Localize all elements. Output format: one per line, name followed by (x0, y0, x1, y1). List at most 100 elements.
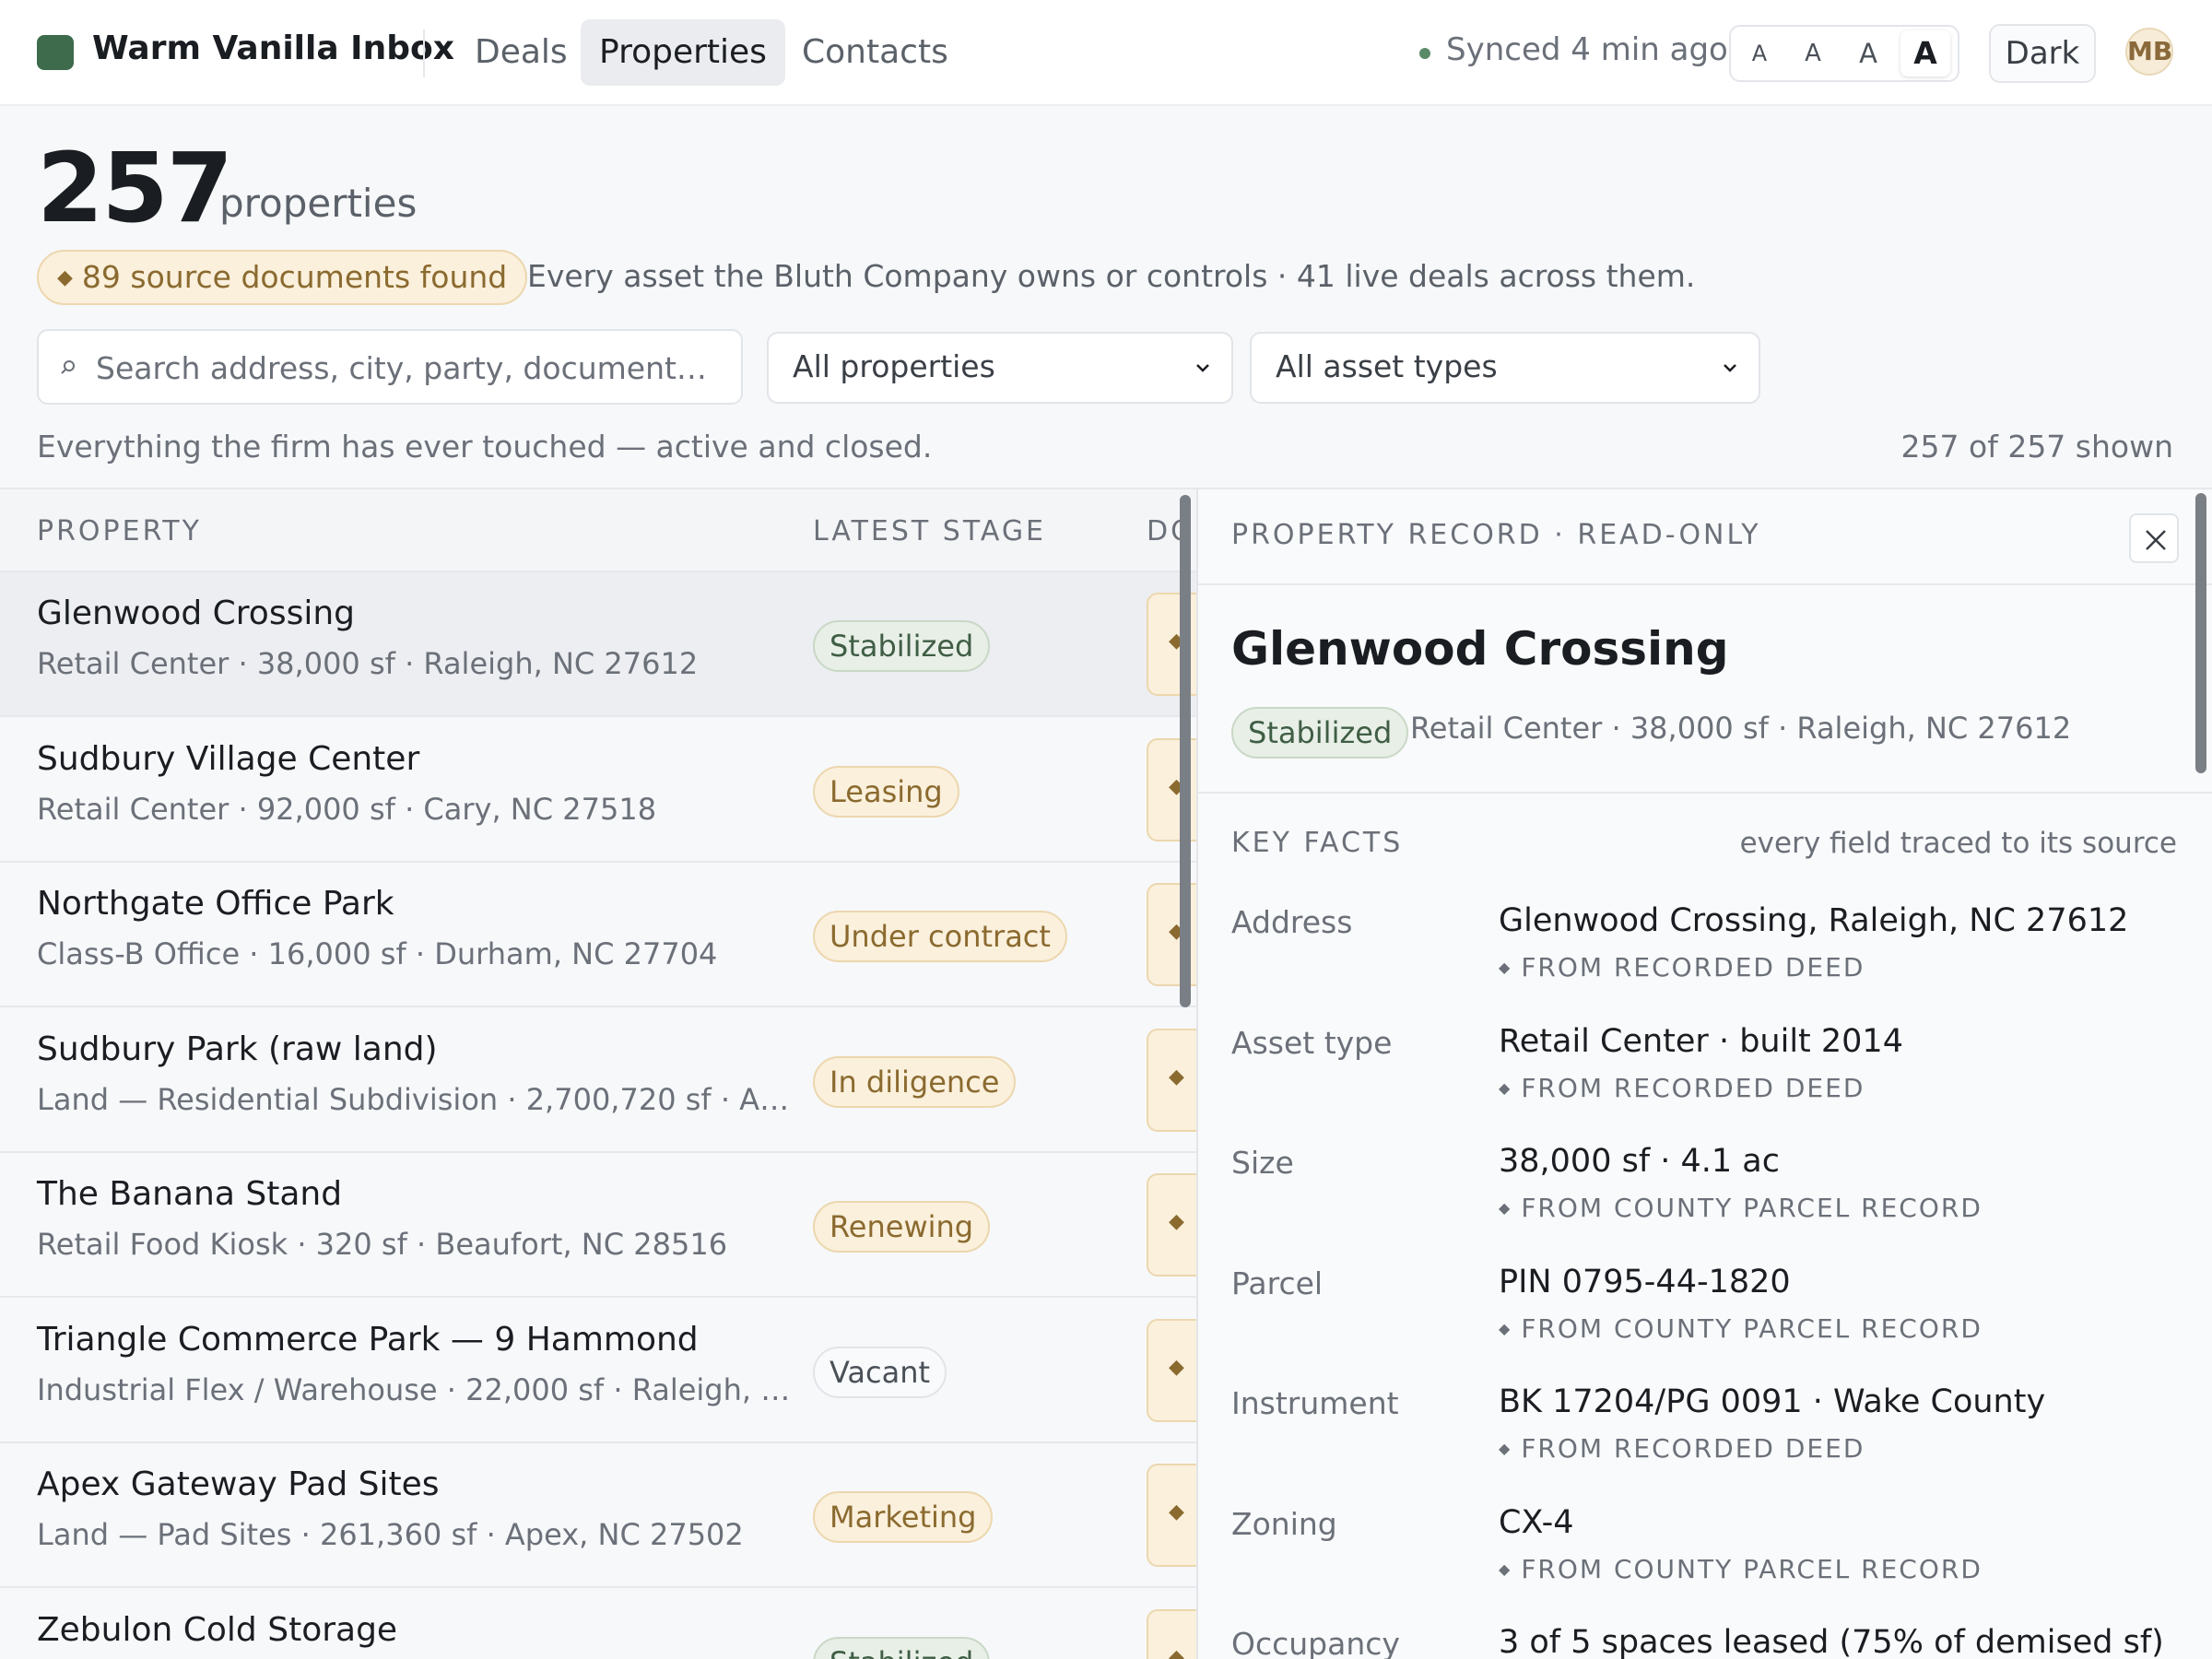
property-name: Triangle Commerce Park — 9 Hammond (37, 1320, 699, 1359)
column-header-property[interactable]: PROPERTY (37, 515, 202, 547)
table-row[interactable]: Triangle Commerce Park — 9 Hammond Indust… (0, 1298, 1196, 1443)
source-documents-label: 89 source documents found (81, 259, 508, 295)
dark-mode-button[interactable]: Dark (1989, 24, 2096, 83)
documents-button[interactable]: ◆ (1147, 1173, 1196, 1277)
detail-header: PROPERTY RECORD · READ-ONLY (1198, 489, 2212, 585)
tab-contacts[interactable]: Contacts (783, 19, 967, 86)
diamond-icon: ◆ (1499, 1440, 1512, 1457)
property-name: Sudbury Village Center (37, 739, 420, 778)
fact-source[interactable]: ◆ FROM RECORDED DEED (1499, 952, 1865, 982)
search-icon (61, 360, 75, 374)
detail-subtitle: Retail Center · 38,000 sf · Raleigh, NC … (1410, 711, 2072, 746)
text-size-xs[interactable]: A (1735, 30, 1784, 76)
detail-scrollbar[interactable] (2195, 493, 2206, 773)
diamond-icon: ◆ (1499, 959, 1512, 976)
documents-button[interactable]: ◆ (1147, 1608, 1196, 1659)
app-name: Warm Vanilla Inbox (92, 29, 454, 67)
fact-source[interactable]: ◆ FROM COUNTY PARCEL RECORD (1499, 1554, 1983, 1584)
property-meta: Retail Center · 92,000 sf · Cary, NC 275… (37, 791, 657, 827)
shown-count: 257 of 257 shown (1900, 429, 2173, 465)
stage-badge: In diligence (813, 1055, 1017, 1108)
diamond-icon: ◆ (1499, 1199, 1512, 1217)
property-scope-value: All properties (793, 348, 995, 384)
detail-divider (1198, 792, 2212, 794)
fact-source[interactable]: ◆ FROM COUNTY PARCEL RECORD (1499, 1193, 1983, 1223)
diamond-icon: ◆ (1169, 1645, 1184, 1659)
diamond-icon: ◆ (57, 266, 73, 289)
property-name: Northgate Office Park (37, 885, 394, 923)
text-size-s[interactable]: A (1788, 30, 1838, 76)
property-list: PROPERTY LATEST STAGE DOCS Glenwood Cros… (0, 488, 1196, 1659)
table-row[interactable]: Apex Gateway Pad Sites Land — Pad Sites ·… (0, 1443, 1196, 1588)
asset-type-select[interactable]: All asset types (1250, 332, 1760, 404)
close-button[interactable] (2129, 513, 2179, 563)
text-size-l[interactable]: A (1900, 30, 1950, 76)
header-divider (423, 29, 425, 77)
diamond-icon: ◆ (1499, 1559, 1512, 1578)
table-row[interactable]: Northgate Office Park Class-B Office · 16… (0, 863, 1196, 1007)
list-helper-text: Everything the firm has ever touched — a… (37, 429, 933, 465)
property-meta: Class-B Office · 16,000 sf · Durham, NC … (37, 936, 718, 971)
sync-status: Synced 4 min ago (1446, 31, 1728, 68)
fact-value: 3 of 5 spaces leased (75% of demised sf) (1499, 1624, 2164, 1659)
list-header: PROPERTY LATEST STAGE DOCS (0, 489, 1196, 572)
table-row[interactable]: Sudbury Park (raw land) Land — Residentia… (0, 1007, 1196, 1153)
property-meta: Land — Pad Sites · 261,360 sf · Apex, NC… (37, 1517, 744, 1552)
list-scrollbar[interactable] (1180, 495, 1191, 1007)
stage-badge: Stabilized (813, 620, 991, 672)
fact-value: BK 17204/PG 0091 · Wake County (1499, 1383, 2046, 1420)
fact-source[interactable]: ◆ FROM RECORDED DEED (1499, 1073, 1865, 1103)
stage-badge: Marketing (813, 1491, 994, 1543)
close-icon (2146, 530, 2166, 550)
table-row[interactable]: Sudbury Village Center Retail Center · 92… (0, 717, 1196, 863)
fact-source-label: FROM RECORDED DEED (1521, 1072, 1865, 1103)
table-row[interactable]: Zebulon Cold Storage Stabilized ◆ (0, 1588, 1196, 1659)
brand-logo (37, 35, 74, 70)
diamond-icon: ◆ (1169, 1065, 1184, 1088)
column-header-stage[interactable]: LATEST STAGE (813, 515, 1046, 547)
property-meta: Land — Residential Subdivision · 2,700,7… (37, 1081, 793, 1117)
diamond-icon: ◆ (1169, 1355, 1184, 1379)
property-count: 257 (37, 132, 233, 244)
key-facts-label: KEY FACTS (1231, 827, 1404, 859)
detail-title: Glenwood Crossing (1231, 622, 1729, 676)
fact-value: CX-4 (1499, 1503, 1574, 1541)
stage-badge: Stabilized (813, 1636, 991, 1659)
asset-type-value: All asset types (1276, 348, 1498, 384)
fact-source-label: FROM COUNTY PARCEL RECORD (1521, 1312, 1983, 1344)
fact-value: PIN 0795-44-1820 (1499, 1263, 1791, 1300)
stage-badge: Under contract (813, 911, 1067, 962)
documents-button[interactable]: ◆ (1147, 1028, 1196, 1132)
search-input[interactable] (96, 344, 723, 392)
diamond-icon: ◆ (1169, 1210, 1184, 1233)
stage-badge: Leasing (813, 765, 959, 818)
property-meta: Retail Food Kiosk · 320 sf · Beaufort, N… (37, 1227, 728, 1262)
property-name: The Banana Stand (37, 1175, 343, 1213)
fact-label: Asset type (1231, 1024, 1393, 1061)
tab-properties[interactable]: Properties (581, 19, 785, 86)
detail-kicker: PROPERTY RECORD · READ-ONLY (1231, 519, 1761, 551)
fact-source[interactable]: ◆ FROM RECORDED DEED (1499, 1433, 1865, 1464)
documents-button[interactable]: ◆ (1147, 1318, 1196, 1422)
fact-source[interactable]: ◆ FROM COUNTY PARCEL RECORD (1499, 1313, 1983, 1344)
property-scope-select[interactable]: All properties (767, 332, 1233, 404)
tab-deals[interactable]: Deals (456, 19, 586, 86)
diamond-icon: ◆ (1169, 1500, 1184, 1524)
fact-label: Instrument (1231, 1385, 1399, 1421)
table-row[interactable]: The Banana Stand Retail Food Kiosk · 320 … (0, 1153, 1196, 1298)
table-row[interactable]: Glenwood Crossing Retail Center · 38,000 … (0, 572, 1196, 717)
fact-label: Address (1231, 904, 1353, 940)
avatar[interactable]: MB (2125, 28, 2173, 76)
fact-value: 38,000 sf · 4.1 ac (1499, 1143, 1781, 1180)
fact-value: Retail Center · built 2014 (1499, 1022, 1903, 1060)
search-field[interactable] (37, 329, 743, 405)
source-documents-badge[interactable]: ◆ 89 source documents found (37, 250, 528, 305)
diamond-icon: ◆ (1499, 1319, 1512, 1337)
property-meta: Retail Center · 38,000 sf · Raleigh, NC … (37, 646, 699, 681)
property-detail-panel: PROPERTY RECORD · READ-ONLY Glenwood Cro… (1196, 488, 2212, 1659)
property-name: Glenwood Crossing (37, 594, 356, 632)
diamond-icon: ◆ (1499, 1078, 1512, 1097)
fact-value: Glenwood Crossing, Raleigh, NC 27612 (1499, 902, 2129, 939)
documents-button[interactable]: ◆ (1147, 1464, 1196, 1567)
text-size-m[interactable]: A (1843, 30, 1893, 76)
